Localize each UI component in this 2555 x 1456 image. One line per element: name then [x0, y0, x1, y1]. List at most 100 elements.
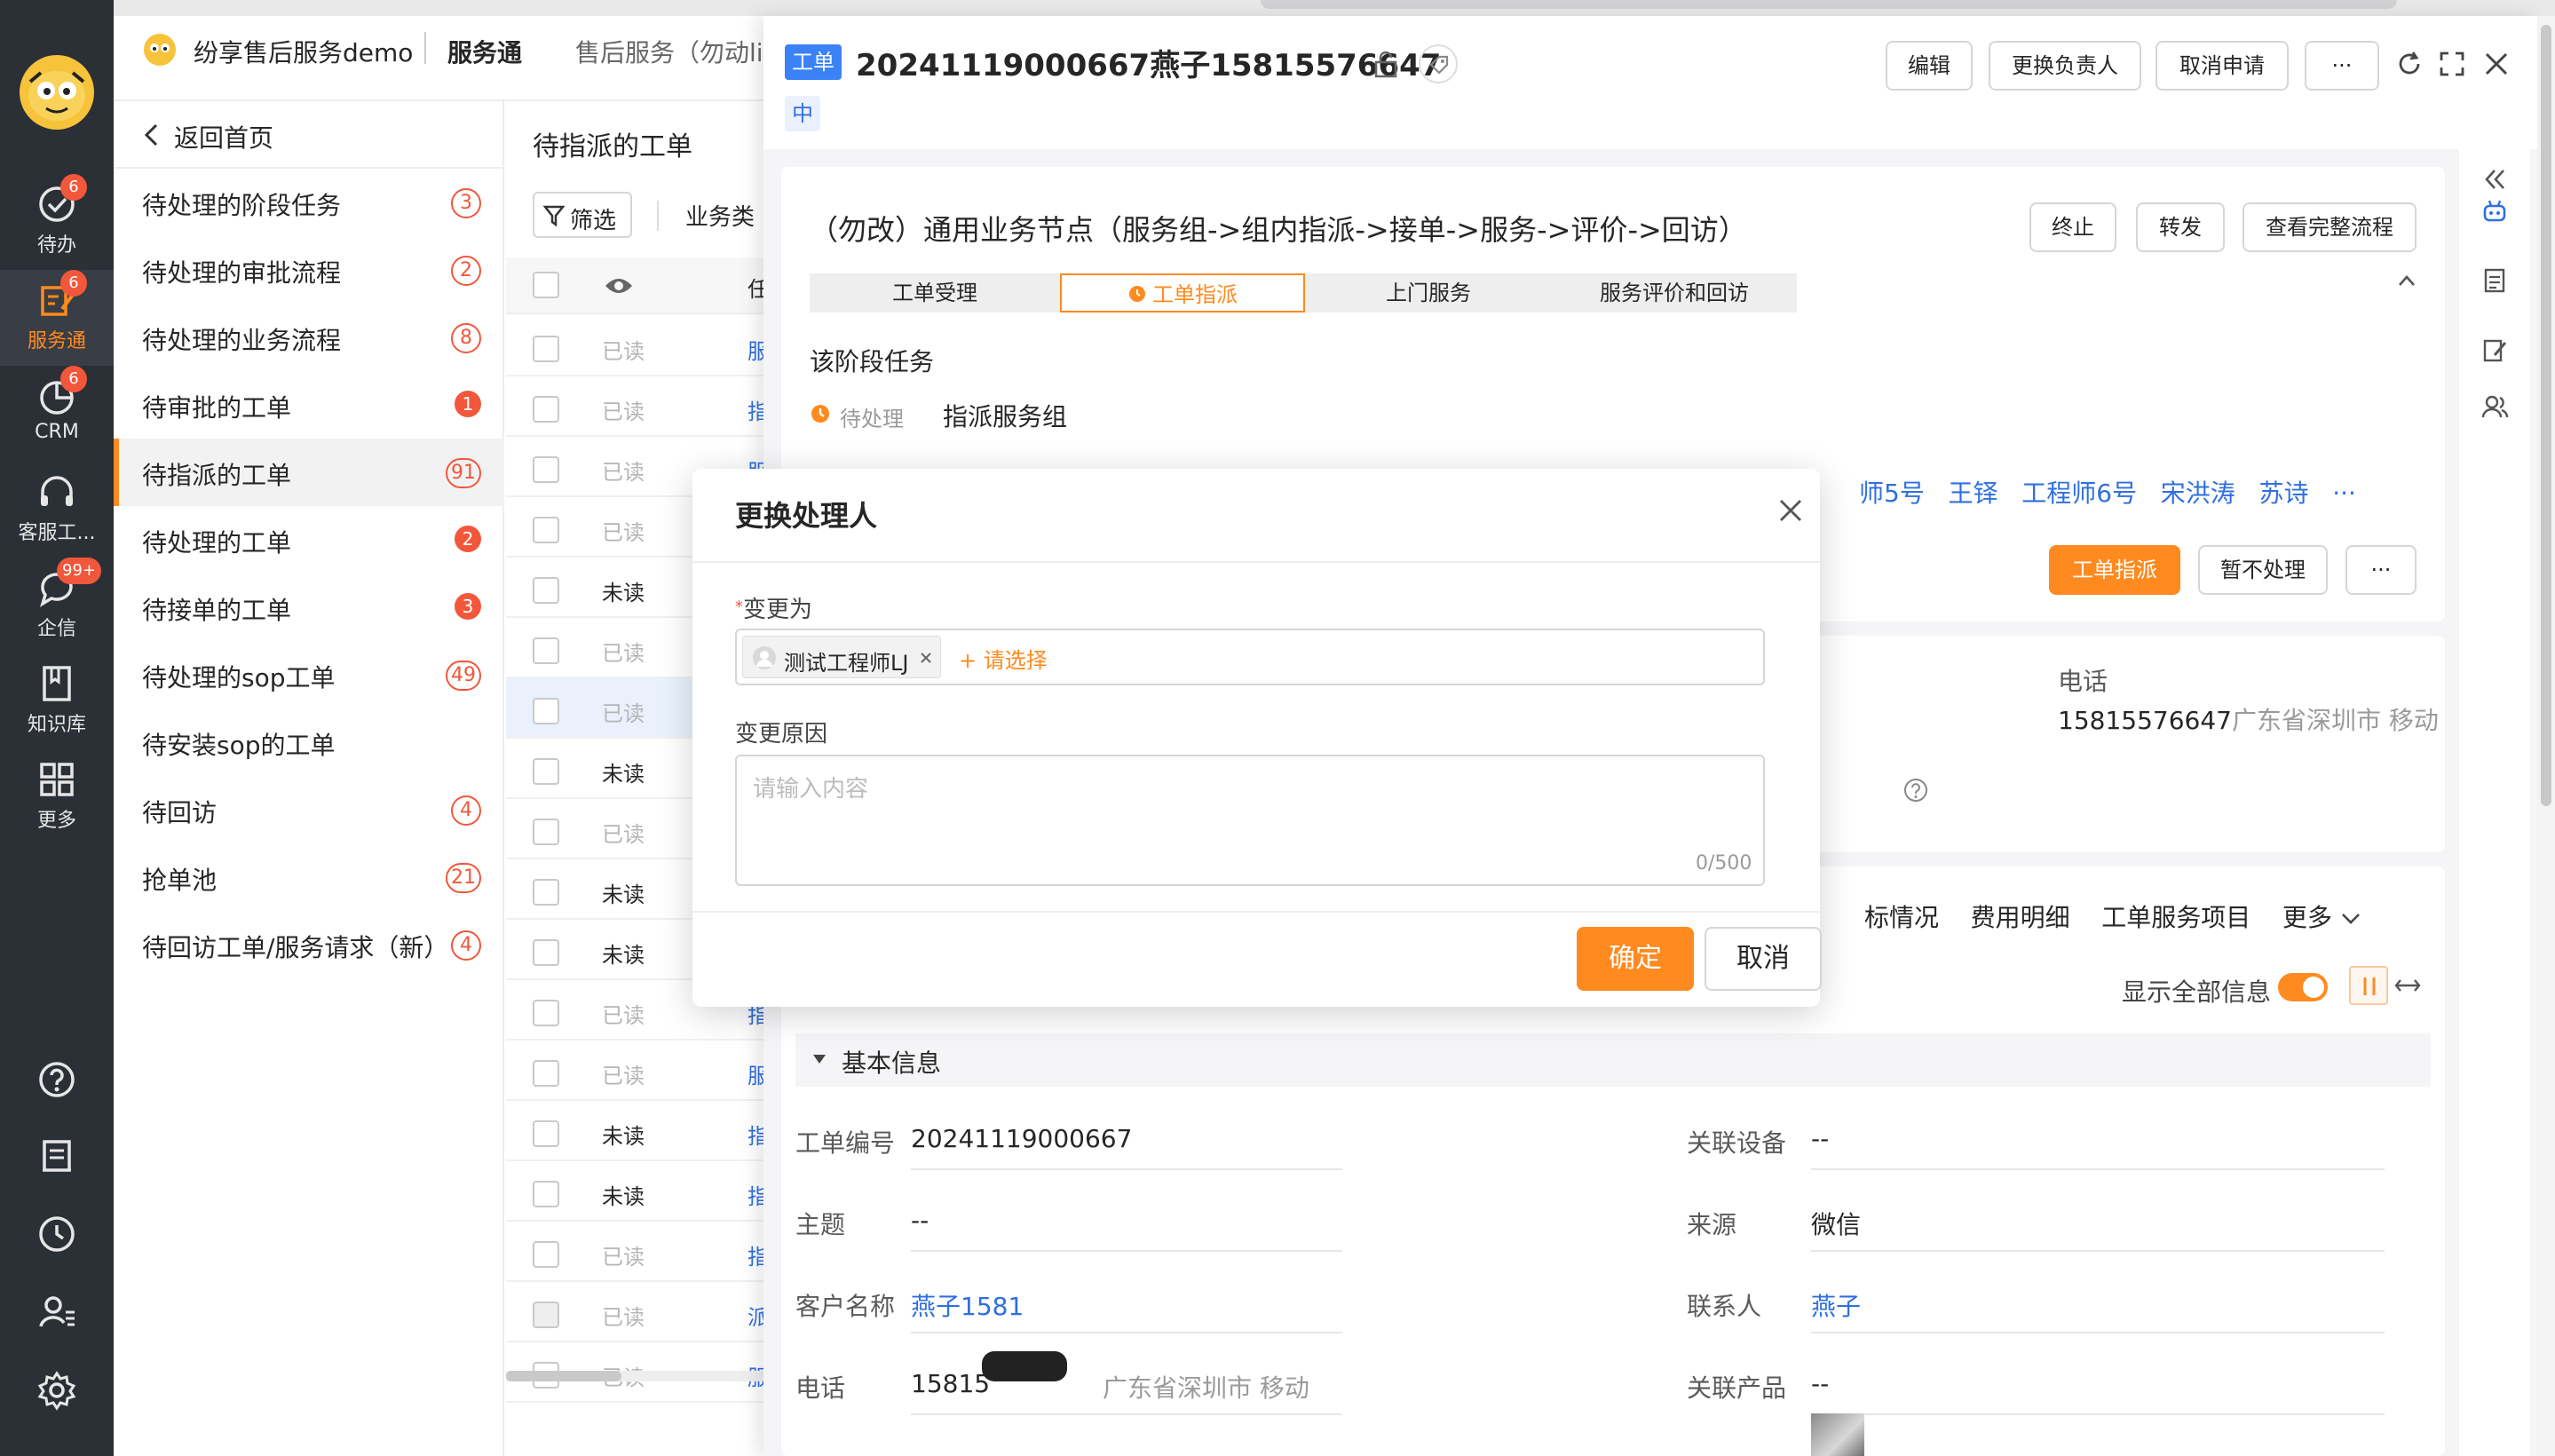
rail-item-service[interactable]: 6 服务通	[0, 270, 114, 366]
menu-item[interactable]: 待处理的业务流程 8	[114, 304, 504, 371]
table-row[interactable]: 已读服	[506, 1041, 772, 1101]
tab-more[interactable]: 更多	[2282, 903, 2332, 932]
row-checkbox[interactable]	[533, 577, 559, 604]
collapse-chevron-icon[interactable]	[2397, 273, 2417, 288]
basic-info-section-header[interactable]: 基本信息	[795, 1033, 2431, 1087]
add-handler-link[interactable]: + 请选择	[959, 643, 1048, 674]
breadcrumb[interactable]: 售后服务（勿动li	[575, 34, 763, 69]
row-checkbox[interactable]	[533, 1000, 559, 1026]
field-value[interactable]: 燕子1581	[911, 1287, 1024, 1323]
table-row[interactable]: 已读指	[506, 1222, 772, 1282]
table-row[interactable]: 已读服	[506, 316, 772, 376]
more-actions-button[interactable]: ···	[2305, 41, 2379, 91]
assign-ticket-button[interactable]: 工单指派	[2049, 545, 2180, 595]
help-icon[interactable]	[36, 1058, 78, 1101]
cancel-request-button[interactable]: 取消申请	[2156, 41, 2289, 91]
row-checkbox[interactable]	[533, 637, 559, 664]
table-row[interactable]: 已读派	[506, 1282, 772, 1342]
row-checkbox[interactable]	[533, 698, 559, 724]
page-scrollbar-thumb[interactable]	[2541, 25, 2551, 806]
row-checkbox[interactable]	[533, 879, 559, 906]
menu-item[interactable]: 待处理的阶段任务 3	[114, 169, 504, 236]
assignee-item[interactable]: 工程师6号	[2021, 479, 2137, 508]
phone-value[interactable]: 15815576647	[2058, 706, 2232, 735]
menu-item[interactable]: 待接单的工单 3	[114, 574, 504, 641]
rail-item-knowledge[interactable]: 知识库	[0, 653, 114, 749]
menu-item[interactable]: 待回访工单/服务请求（新） 4	[114, 911, 504, 978]
expand-width-icon[interactable]	[2393, 973, 2422, 998]
tab-cost-detail[interactable]: 费用明细	[1971, 903, 2070, 932]
row-checkbox[interactable]	[533, 517, 559, 543]
rail-item-crm[interactable]: 6 CRM	[0, 366, 114, 462]
filter-button[interactable]: 筛选	[533, 192, 632, 238]
help-circle-icon[interactable]	[1903, 778, 1928, 803]
notes-icon[interactable]	[36, 1135, 78, 1177]
row-checkbox[interactable]	[533, 396, 559, 423]
row-checkbox[interactable]	[533, 1060, 559, 1087]
user-settings-icon[interactable]	[36, 1291, 78, 1333]
row-checkbox[interactable]	[533, 1181, 559, 1207]
confirm-button[interactable]: 确定	[1577, 927, 1694, 991]
user-avatar[interactable]	[20, 55, 94, 130]
lock-icon[interactable]	[1372, 50, 1399, 78]
edit-note-icon[interactable]	[2480, 336, 2509, 364]
handler-select[interactable]: 测试工程师LJ + 请选择	[735, 629, 1765, 685]
tab-bid-status[interactable]: 标情况	[1864, 903, 1939, 932]
show-all-toggle[interactable]	[2278, 973, 2328, 1001]
field-value[interactable]: 燕子	[1811, 1287, 1861, 1323]
company-name[interactable]: 纷享售后服务demo	[194, 34, 413, 69]
tag-button[interactable]	[1419, 44, 1458, 83]
row-checkbox[interactable]	[533, 1302, 559, 1328]
row-checkbox[interactable]	[533, 758, 559, 785]
fault-photo-thumbnail[interactable]	[1811, 1413, 1864, 1456]
assignee-item[interactable]: 师5号	[1859, 479, 1925, 508]
row-checkbox[interactable]	[533, 456, 559, 483]
row-checkbox[interactable]	[533, 1241, 559, 1268]
scrollbar-thumb[interactable]	[506, 1371, 621, 1381]
table-row[interactable]: 已读指	[506, 376, 772, 437]
row-checkbox[interactable]	[533, 1120, 559, 1147]
remove-tag-icon[interactable]	[919, 651, 933, 665]
page-scrollbar[interactable]	[2537, 16, 2555, 1456]
change-owner-button[interactable]: 更换负责人	[1989, 41, 2141, 91]
assignee-item[interactable]: 宋洪涛	[2161, 479, 2235, 508]
assignee-item[interactable]: 苏诗	[2259, 479, 2309, 508]
tab-service-items[interactable]: 工单服务项目	[2101, 903, 2250, 932]
row-checkbox[interactable]	[533, 336, 559, 362]
double-chevron-left-icon[interactable]	[2482, 167, 2507, 192]
rail-item-chat[interactable]: 99+ 企信	[0, 558, 114, 653]
robot-assistant-icon[interactable]	[2480, 197, 2509, 226]
step-evaluation[interactable]: 服务评价和回访	[1552, 273, 1797, 313]
edit-button[interactable]: 编辑	[1886, 41, 1973, 91]
layout-columns-button[interactable]	[2349, 966, 2388, 1005]
assignee-more[interactable]: ···	[2332, 479, 2356, 508]
row-checkbox[interactable]	[533, 819, 559, 845]
row-checkbox[interactable]	[533, 939, 559, 966]
close-drawer-icon[interactable]	[2482, 50, 2511, 78]
menu-item[interactable]: 待审批的工单 1	[114, 371, 504, 439]
settings-gear-icon[interactable]	[36, 1369, 78, 1412]
select-all-checkbox[interactable]	[533, 272, 559, 298]
menu-item[interactable]: 待处理的sop工单 49	[114, 641, 504, 708]
terminate-button[interactable]: 终止	[2029, 202, 2116, 252]
horizontal-scrollbar[interactable]	[506, 1371, 772, 1381]
flow-more-button[interactable]: ···	[2345, 545, 2417, 595]
step-onsite-service[interactable]: 上门服务	[1305, 273, 1552, 313]
assignee-item[interactable]: 王铎	[1949, 479, 1998, 508]
view-full-flow-button[interactable]: 查看完整流程	[2243, 202, 2417, 252]
document-icon[interactable]	[2480, 266, 2509, 295]
table-row[interactable]: 未读指	[506, 1161, 772, 1222]
clock-icon[interactable]	[36, 1213, 78, 1255]
menu-item[interactable]: 待处理的审批流程 2	[114, 236, 504, 304]
menu-item[interactable]: 待处理的工单 2	[114, 506, 504, 574]
rail-item-more[interactable]: 更多	[0, 749, 114, 845]
forward-button[interactable]: 转发	[2136, 202, 2225, 252]
pending-task[interactable]: 指派服务组	[943, 398, 1067, 433]
app-name[interactable]: 服务通	[447, 34, 522, 69]
back-home-link[interactable]: 返回首页	[114, 101, 504, 169]
reason-textarea[interactable]: 请输入内容 0/500	[735, 755, 1765, 886]
rail-item-cs[interactable]: 客服工...	[0, 462, 114, 558]
fullscreen-icon[interactable]	[2438, 50, 2466, 78]
biz-type-filter[interactable]: 业务类	[685, 199, 755, 232]
menu-item[interactable]: 待指派的工单 91	[114, 439, 504, 506]
